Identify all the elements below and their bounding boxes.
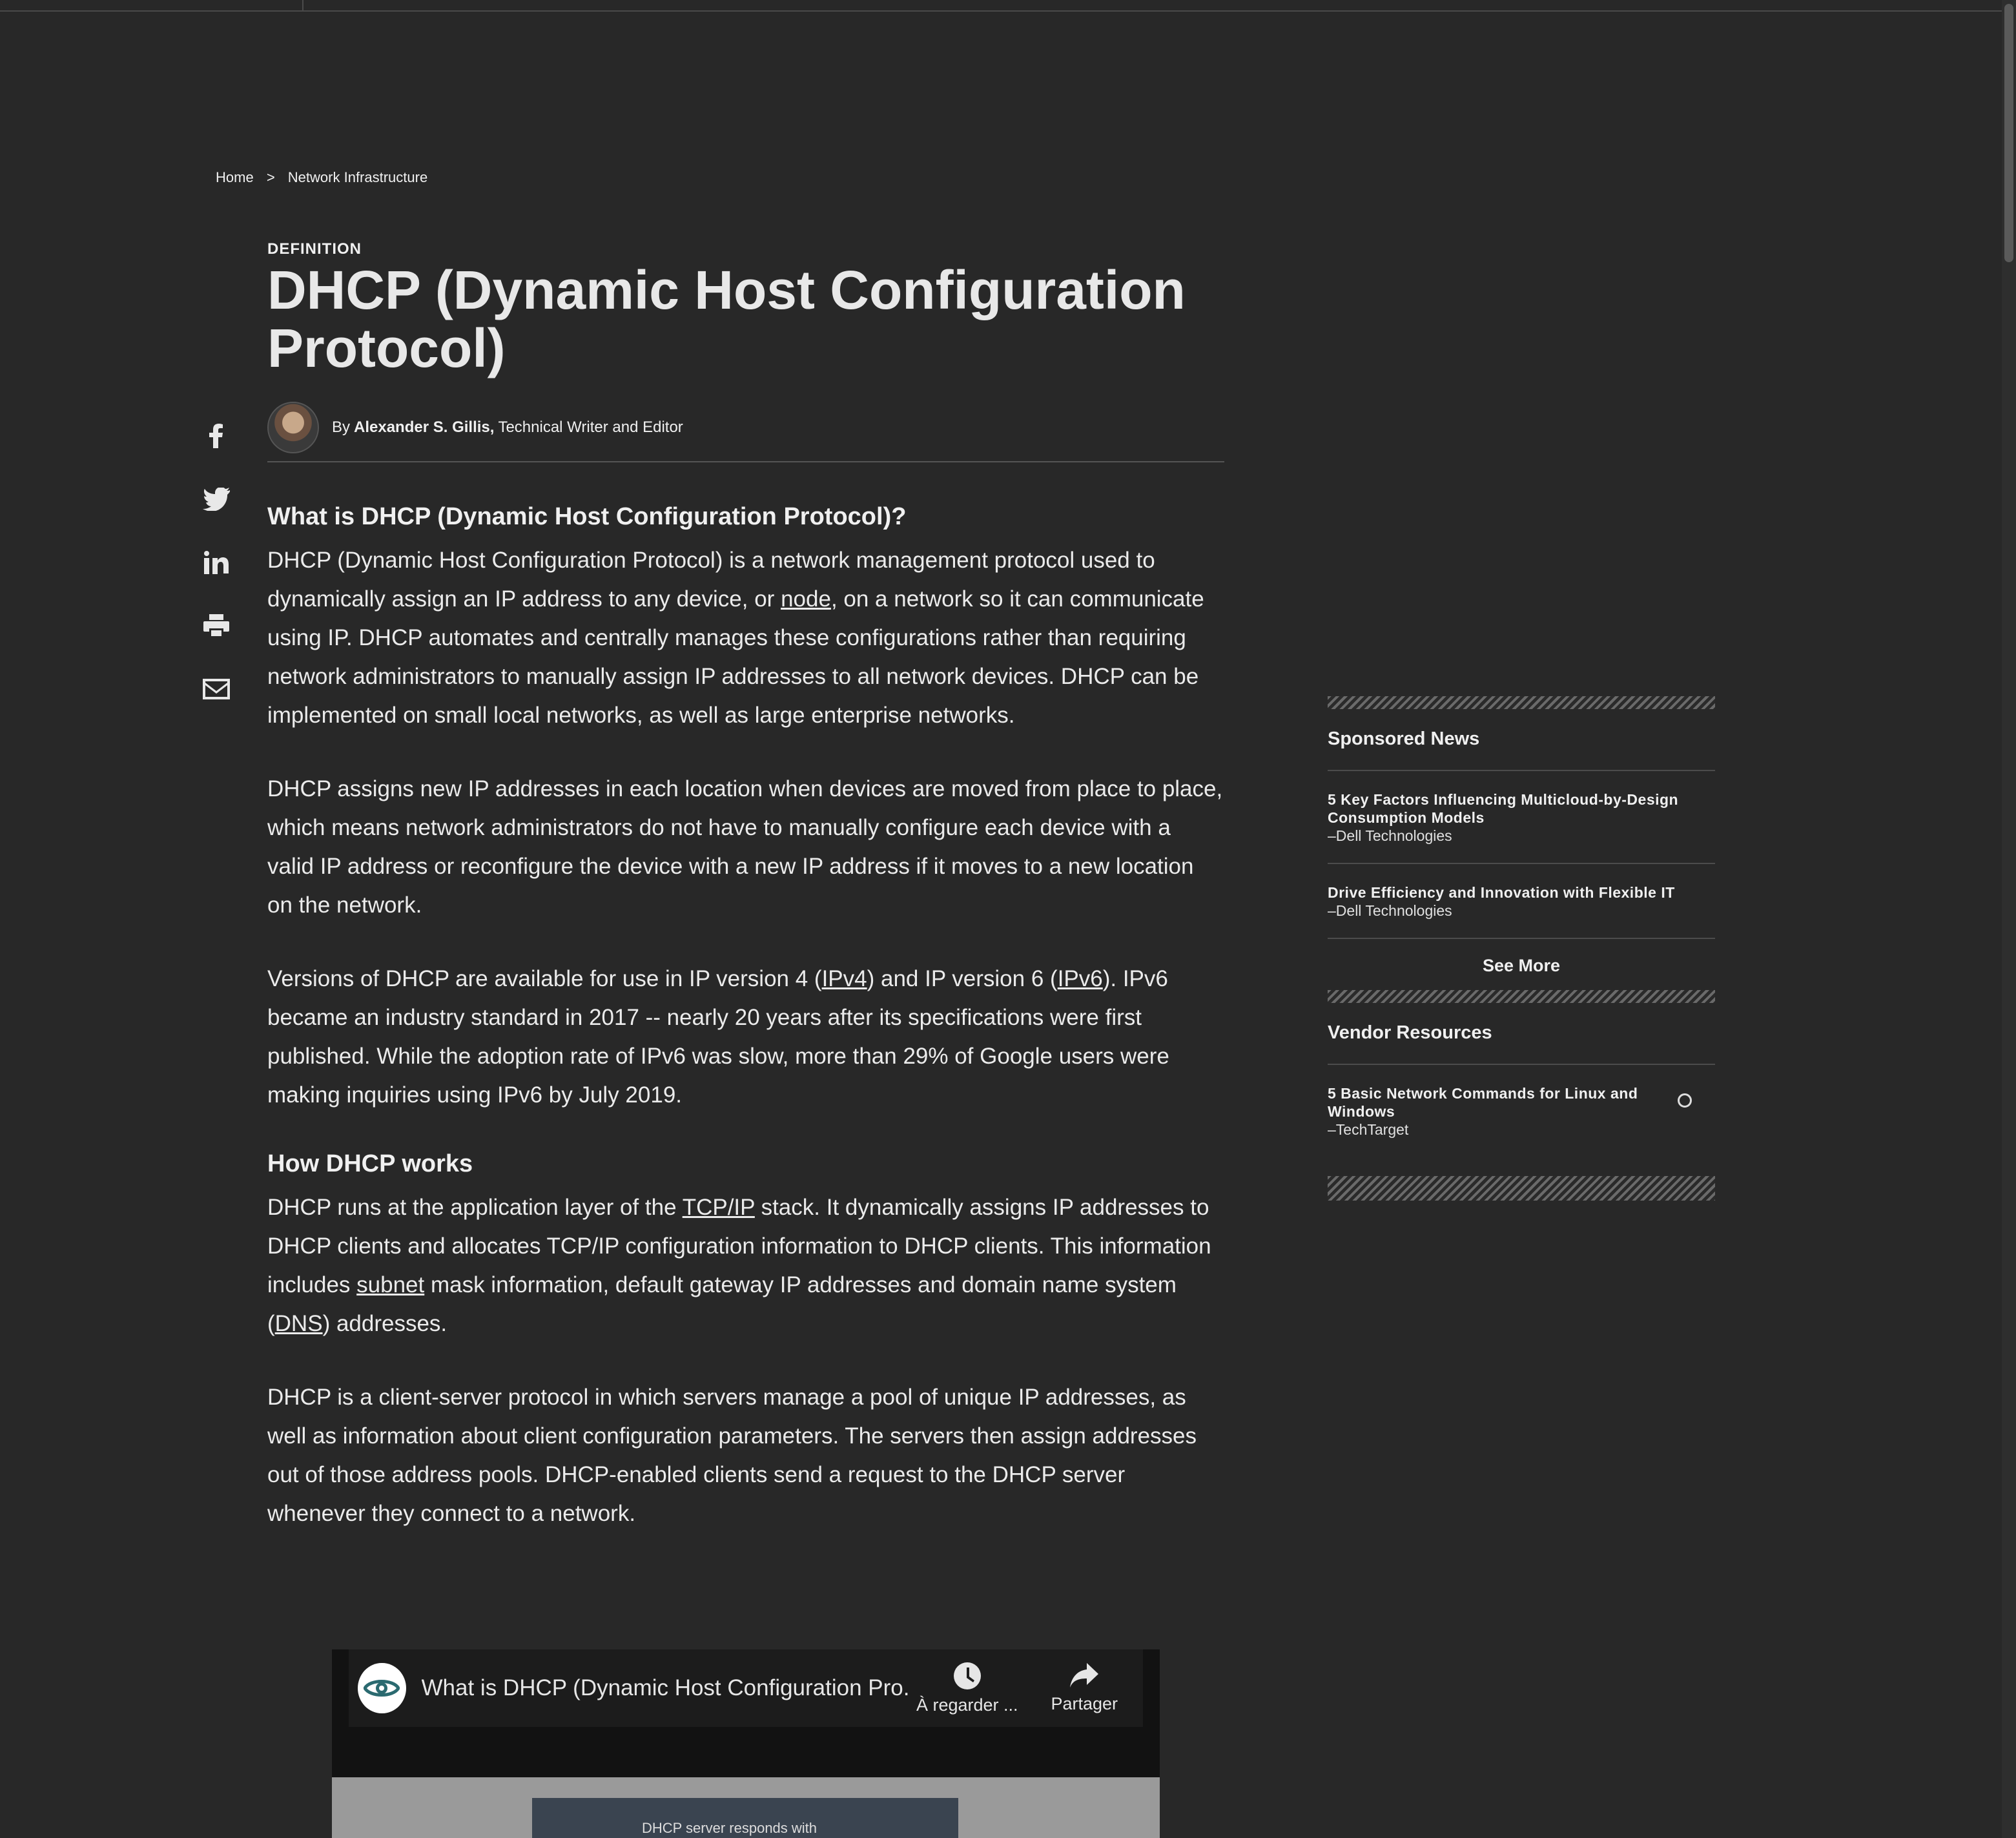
clock-icon [953, 1662, 981, 1689]
paragraph: DHCP is a client-server protocol in whic… [267, 1385, 1197, 1526]
heading-how-dhcp-works: How DHCP works [267, 1150, 473, 1177]
share-icon [1070, 1662, 1099, 1688]
email-icon[interactable] [200, 657, 232, 721]
share-button[interactable]: Partager [1026, 1662, 1143, 1714]
top-bar-divider [302, 0, 303, 10]
print-icon[interactable] [200, 594, 232, 657]
social-share-bar [200, 404, 232, 721]
linkedin-icon[interactable] [200, 531, 232, 594]
text-run: DHCP runs at the application layer of th… [267, 1195, 683, 1220]
facebook-icon[interactable] [200, 404, 232, 468]
sponsored-item-source: –Dell Technologies [1328, 827, 1452, 844]
video-title[interactable]: What is DHCP (Dynamic Host Configuration… [422, 1675, 909, 1701]
breadcrumb-home-link[interactable]: Home [216, 169, 254, 185]
hatch-divider [1328, 1176, 1715, 1201]
external-link-icon [1678, 1093, 1692, 1108]
sponsored-item-source: –Dell Technologies [1328, 902, 1452, 919]
link-ipv6[interactable]: IPv6 [1058, 966, 1103, 991]
author-role: Technical Writer and Editor [498, 418, 683, 436]
link-dns[interactable]: DNS [275, 1311, 323, 1336]
channel-logo-icon[interactable] [358, 1663, 406, 1713]
link-tcpip[interactable]: TCP/IP [683, 1195, 755, 1220]
vendor-item-title[interactable]: 5 Basic Network Commands for Linux and W… [1328, 1084, 1651, 1120]
vendor-item-source: –TechTarget [1328, 1121, 1409, 1138]
breadcrumb-section-link[interactable]: Network Infrastructure [288, 169, 427, 185]
hatch-divider [1328, 696, 1715, 709]
divider [267, 461, 1224, 462]
watch-later-button[interactable]: À regarder ... [909, 1662, 1025, 1715]
watch-later-label: À regarder ... [916, 1695, 1018, 1715]
link-ipv4[interactable]: IPv4 [822, 966, 867, 991]
video-frame-card: DHCP server responds with [532, 1798, 958, 1838]
link-node[interactable]: node [781, 586, 831, 612]
paragraph: DHCP runs at the application layer of th… [267, 1188, 1223, 1343]
sponsored-item-title[interactable]: Drive Efficiency and Innovation with Fle… [1328, 883, 1696, 902]
video-frame-text: DHCP server responds with [642, 1820, 818, 1836]
link-subnet[interactable]: subnet [356, 1272, 424, 1297]
text-run: ) and IP version 6 ( [867, 966, 1058, 991]
text-run: Versions of DHCP are available for use i… [267, 966, 822, 991]
vendor-item[interactable]: 5 Basic Network Commands for Linux and W… [1328, 1065, 1715, 1157]
sidebar: Sponsored News 5 Key Factors Influencing… [1328, 696, 1715, 1201]
breadcrumb: Home > Network Infrastructure [216, 169, 437, 186]
page-title: DHCP (Dynamic Host Configuration Protoco… [267, 260, 1186, 378]
article-kicker: DEFINITION [267, 240, 362, 258]
top-bar [0, 0, 2002, 12]
hatch-divider [1328, 990, 1715, 1003]
text-run: ) addresses. [322, 1311, 447, 1336]
video-frame: DHCP server responds with [332, 1777, 1160, 1838]
twitter-icon[interactable] [200, 468, 232, 531]
sponsored-news-heading: Sponsored News [1328, 709, 1715, 771]
article-body: What is DHCP (Dynamic Host Configuration… [267, 499, 1223, 1568]
video-player[interactable]: What is DHCP (Dynamic Host Configuration… [332, 1649, 1160, 1838]
share-label: Partager [1051, 1693, 1118, 1713]
byline: By Alexander S. Gillis, Technical Writer… [267, 402, 683, 453]
scrollbar-thumb[interactable] [2004, 4, 2013, 262]
byline-prefix: By [332, 418, 351, 436]
video-title-bar: What is DHCP (Dynamic Host Configuration… [349, 1649, 1143, 1727]
sponsored-item[interactable]: Drive Efficiency and Innovation with Fle… [1328, 864, 1715, 939]
see-more-button[interactable]: See More [1328, 939, 1715, 990]
breadcrumb-separator: > [266, 169, 275, 185]
avatar[interactable] [267, 402, 319, 453]
vendor-resources-heading: Vendor Resources [1328, 1003, 1715, 1065]
paragraph: DHCP assigns new IP addresses in each lo… [267, 776, 1223, 918]
paragraph: DHCP (Dynamic Host Configuration Protoco… [267, 541, 1223, 735]
heading-what-is-dhcp: What is DHCP (Dynamic Host Configuration… [267, 503, 907, 530]
scrollbar-track[interactable] [2002, 0, 2016, 1838]
paragraph: Versions of DHCP are available for use i… [267, 960, 1223, 1115]
sponsored-item[interactable]: 5 Key Factors Influencing Multicloud-by-… [1328, 771, 1715, 864]
sponsored-item-title[interactable]: 5 Key Factors Influencing Multicloud-by-… [1328, 790, 1696, 827]
author-name-link[interactable]: Alexander S. Gillis, [354, 418, 494, 437]
